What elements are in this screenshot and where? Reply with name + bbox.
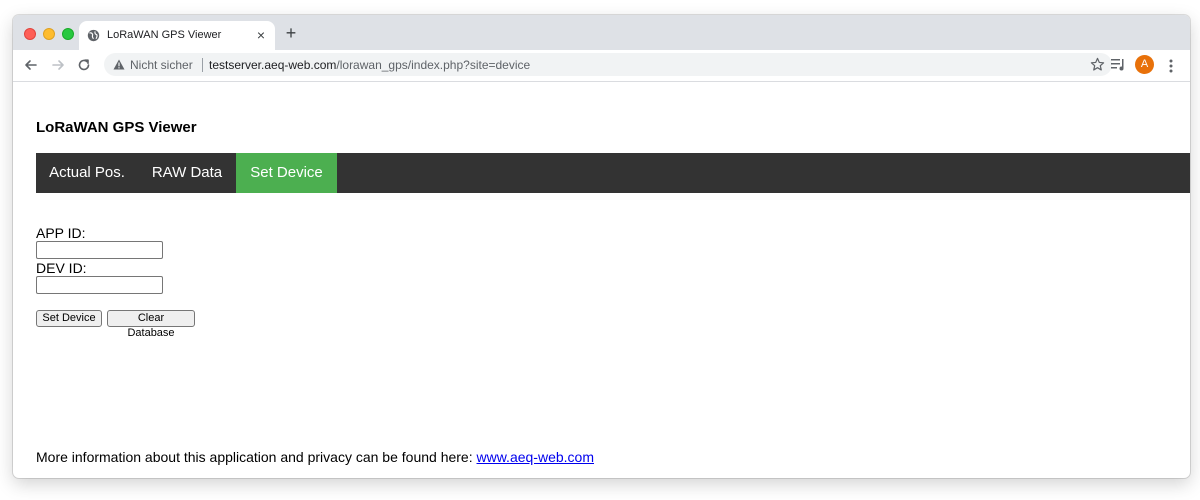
star-icon[interactable] — [1090, 57, 1105, 72]
footer-info: More information about this application … — [36, 449, 477, 465]
address-separator — [202, 58, 203, 72]
device-form: APP ID: DEV ID: Set Device Clear Databas… — [36, 225, 195, 339]
main-nav: Actual Pos. RAW Data Set Device — [36, 153, 1190, 193]
page-title: LoRaWAN GPS Viewer — [36, 119, 197, 136]
address-bar[interactable]: Nicht sicher testserver.aeq-web.com/lora… — [104, 53, 1112, 76]
back-icon[interactable] — [24, 58, 38, 72]
tab-close-button[interactable]: × — [254, 28, 268, 42]
globe-icon — [87, 29, 100, 42]
tab-title: LoRaWAN GPS Viewer — [107, 29, 222, 41]
app-id-label: APP ID: — [36, 225, 86, 241]
close-window-button[interactable] — [24, 28, 36, 40]
browser-window: LoRaWAN GPS Viewer × + Nicht sicher test… — [13, 15, 1190, 478]
set-device-button[interactable]: Set Device — [36, 310, 102, 327]
security-status[interactable]: Nicht sicher — [130, 58, 193, 72]
page-content: LoRaWAN GPS Viewer Actual Pos. RAW Data … — [13, 82, 1190, 478]
menu-icon[interactable] — [1166, 58, 1176, 74]
tab-strip: LoRaWAN GPS Viewer × + — [13, 15, 1190, 50]
nav-item-set-device[interactable]: Set Device — [236, 153, 337, 193]
url-host: testserver.aeq-web.com — [209, 58, 337, 72]
nav-item-raw-data[interactable]: RAW Data — [138, 153, 236, 193]
app-id-input[interactable] — [36, 241, 163, 259]
media-control-icon[interactable] — [1111, 58, 1126, 71]
footer-text: More information about this application … — [36, 449, 594, 465]
url-text[interactable]: testserver.aeq-web.com/lorawan_gps/index… — [209, 58, 530, 72]
browser-tab[interactable]: LoRaWAN GPS Viewer × — [79, 21, 275, 50]
dev-id-input[interactable] — [36, 276, 163, 294]
clear-database-button[interactable]: Clear Database — [107, 310, 195, 339]
zoom-window-button[interactable] — [62, 28, 74, 40]
form-buttons: Set Device Clear Database — [36, 310, 195, 339]
dev-id-label: DEV ID: — [36, 260, 87, 276]
profile-avatar[interactable]: A — [1135, 55, 1154, 74]
warning-icon[interactable] — [113, 59, 125, 70]
browser-toolbar: Nicht sicher testserver.aeq-web.com/lora… — [13, 50, 1190, 82]
forward-icon[interactable] — [51, 58, 65, 72]
footer-link[interactable]: www.aeq-web.com — [477, 449, 595, 465]
minimize-window-button[interactable] — [43, 28, 55, 40]
new-tab-button[interactable]: + — [283, 24, 299, 42]
nav-item-actual-pos[interactable]: Actual Pos. — [36, 153, 138, 193]
reload-icon[interactable] — [77, 58, 91, 72]
url-path: /lorawan_gps/index.php?site=device — [336, 58, 531, 72]
